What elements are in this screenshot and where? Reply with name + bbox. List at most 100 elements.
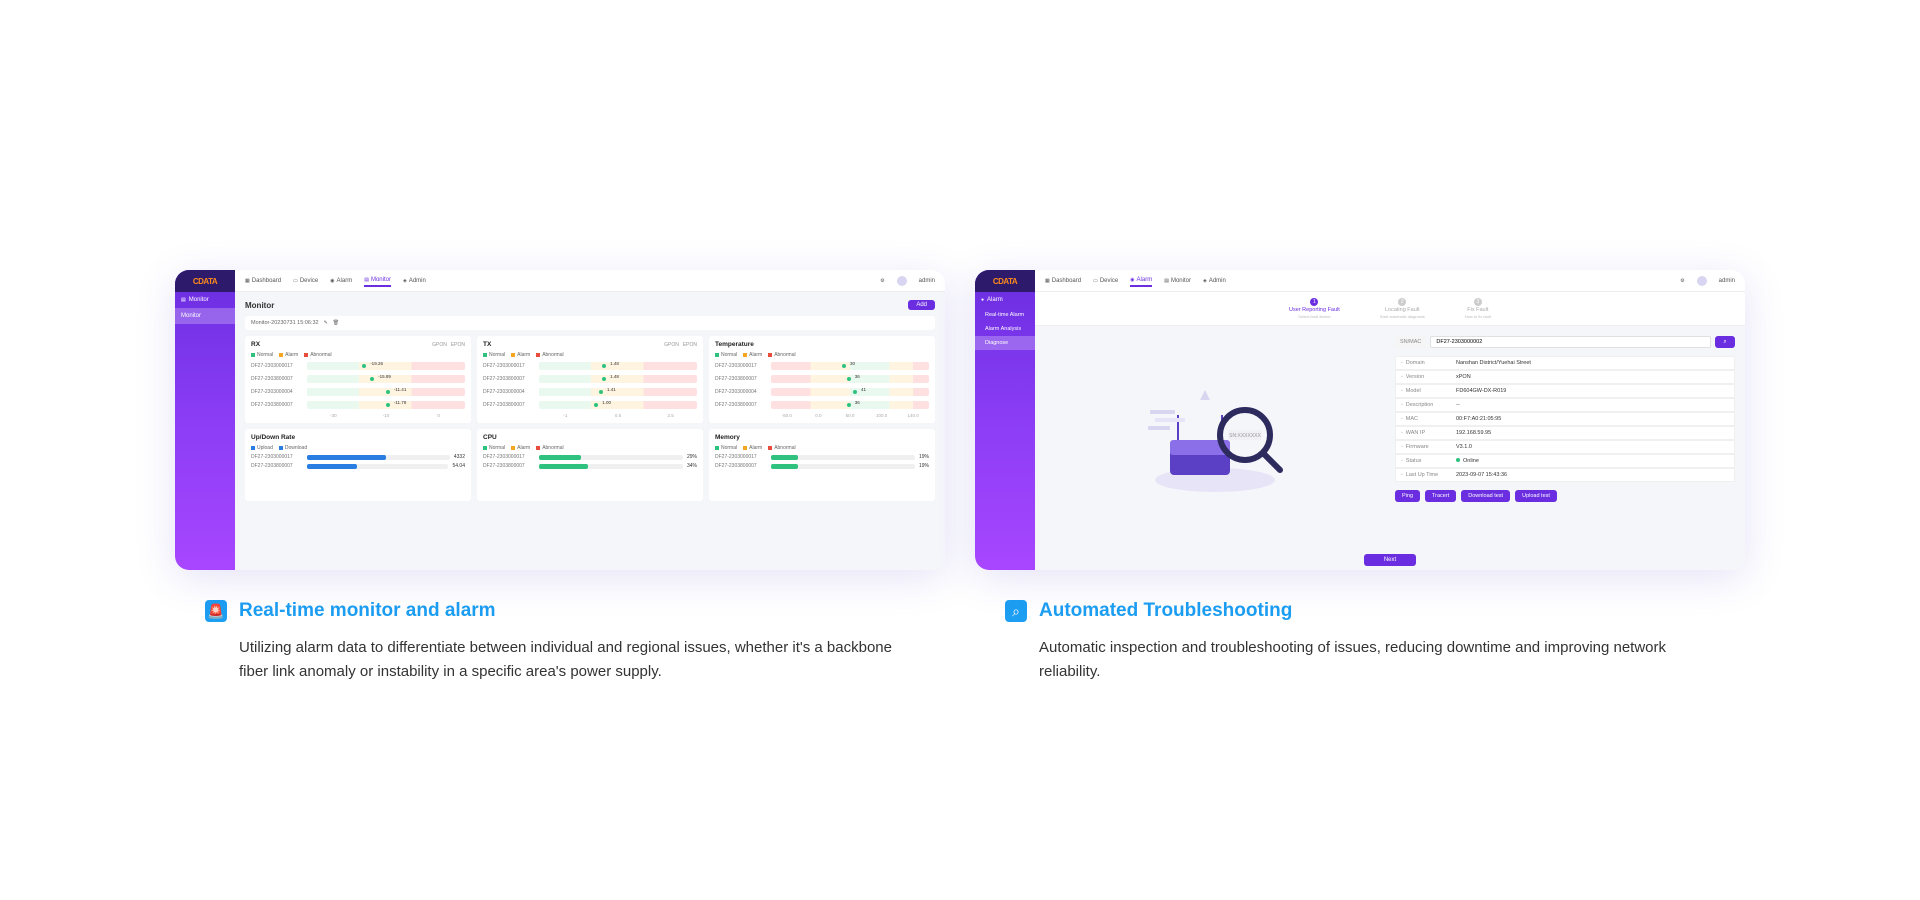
value-label: 29% <box>687 454 697 460</box>
field-icon: ◦ <box>1401 458 1403 464</box>
range-track: 1.48 <box>539 375 697 383</box>
sidebar-item-label: Monitor <box>181 313 201 319</box>
bell-icon: ◉ <box>330 278 334 284</box>
breadcrumb: Monitor-20230731 15:06:32 ✎ 🗑 <box>245 316 935 330</box>
nav-dashboard[interactable]: ▦Dashboard <box>245 278 281 284</box>
nav-admin[interactable]: ◈Admin <box>1203 278 1226 284</box>
sidebar-root-label: Alarm <box>987 297 1003 303</box>
admin-icon: ◈ <box>403 278 407 284</box>
device-id: DF27-2303000004 <box>483 389 535 395</box>
action-button-ping[interactable]: Ping <box>1395 490 1420 502</box>
value-label: 1.48 <box>610 374 619 379</box>
field-icon: ◦ <box>1401 402 1403 408</box>
device-id: DF27-2303000017 <box>483 454 535 460</box>
info-row: ◦Description-- <box>1395 398 1735 412</box>
panel-updown: Up/Down Rate UploadDownload DF27-2303000… <box>245 429 471 501</box>
caption-title: Automated Troubleshooting <box>1039 600 1292 622</box>
nav-monitor[interactable]: ▤Monitor <box>364 277 391 287</box>
avatar[interactable] <box>897 276 907 286</box>
sidebar-item-monitor[interactable]: Monitor <box>175 308 235 324</box>
info-value: 2023-09-07 15:43:36 <box>1456 472 1507 478</box>
value-dot <box>362 364 366 368</box>
device-row: DF27-2303000004 1.41 <box>483 387 697 397</box>
monitor-icon: ▤ <box>181 297 186 303</box>
device-row: DF27-23030000174332 <box>251 454 465 460</box>
avatar[interactable] <box>1697 276 1707 286</box>
bar-track <box>307 464 448 469</box>
svg-text:SN:XXXXXXX: SN:XXXXXXX <box>1229 433 1261 439</box>
caption-monitor: 🚨 Real-time monitor and alarm Utilizing … <box>175 600 945 684</box>
device-row: DF27-230300001719% <box>715 454 929 460</box>
bell-icon: ◉ <box>1130 277 1134 283</box>
value-label: 36 <box>855 374 860 379</box>
value-label: 1.48 <box>610 361 619 366</box>
device-id: DF27-2303800007 <box>251 376 303 382</box>
caption-text: Automatic inspection and troubleshooting… <box>1005 636 1715 684</box>
edit-icon[interactable]: ✎ <box>324 320 328 326</box>
field-icon: ◦ <box>1401 360 1403 366</box>
panel-rx: RXGPONEPON NormalAlarmAbnormal DF27-2303… <box>245 336 471 423</box>
add-button[interactable]: Add <box>908 300 935 310</box>
action-button-upload-test[interactable]: Upload test <box>1515 490 1557 502</box>
gear-icon[interactable]: ⚙ <box>880 278 884 284</box>
action-button-tracert[interactable]: Tracert <box>1425 490 1456 502</box>
device-icon: ▭ <box>293 278 298 284</box>
nav-alarm[interactable]: ◉Alarm <box>1130 277 1152 287</box>
sidebar-root-monitor[interactable]: ▤Monitor <box>175 292 235 308</box>
search-button[interactable]: ⌕ <box>1715 336 1735 348</box>
sidebar: CDATA ▤Monitor Monitor <box>175 270 235 570</box>
range-track: -11.78 <box>307 401 465 409</box>
value-dot <box>599 390 603 394</box>
info-row: ◦Last Up Time2023-09-07 15:43:36 <box>1395 468 1735 482</box>
device-row: DF27-23038000071.00 <box>483 400 697 410</box>
main-area: ▦Dashboard ▭Device ◉Alarm ▤Monitor ◈Admi… <box>1035 270 1745 570</box>
info-label: ◦Version <box>1401 374 1456 380</box>
sidebar-item-alarm-analysis[interactable]: Alarm Analysis <box>975 322 1035 336</box>
range-track: 1.48 <box>539 362 697 370</box>
range-track: 30 <box>771 362 929 370</box>
field-icon: ◦ <box>1401 416 1403 422</box>
action-button-download-test[interactable]: Download test <box>1461 490 1510 502</box>
search-icon: ⌕ <box>1723 339 1726 346</box>
sidebar-root-alarm[interactable]: ●Alarm <box>975 292 1035 308</box>
monitor-screenshot: CDATA ▤Monitor Monitor ▦Dashboard ▭Devic… <box>175 270 945 570</box>
panel-title: RX <box>251 341 260 348</box>
value-dot <box>847 403 851 407</box>
nav-monitor[interactable]: ▤Monitor <box>1164 278 1191 284</box>
sidebar-item-realtime-alarm[interactable]: Real-time Alarm <box>975 308 1035 322</box>
sidebar: CDATA ●Alarm Real-time Alarm Alarm Analy… <box>975 270 1035 570</box>
device-illustration: SN:XXXXXXX <box>1045 336 1385 544</box>
device-id: DF27-2303800007 <box>251 402 303 408</box>
value-dot <box>370 377 374 381</box>
device-row: DF27-2303000017 29% <box>483 454 697 460</box>
value-label: -15.89 <box>378 374 391 379</box>
device-id: DF27-2303000017 <box>715 363 767 369</box>
value-label: 36 <box>855 400 860 405</box>
field-icon: ◦ <box>1401 388 1403 394</box>
field-icon: ◦ <box>1401 472 1403 478</box>
next-button[interactable]: Next <box>1364 554 1416 566</box>
search-input[interactable]: DF27-2303000002 <box>1430 336 1711 348</box>
panel-memory: Memory NormalAlarmAbnormal DF27-23030000… <box>709 429 935 501</box>
range-track: 41 <box>771 388 929 396</box>
nav-admin[interactable]: ◈Admin <box>403 278 426 284</box>
info-label: ◦MAC <box>1401 416 1456 422</box>
nav-dashboard[interactable]: ▦Dashboard <box>1045 278 1081 284</box>
range-track: 36 <box>771 401 929 409</box>
magnify-icon: ⌕ <box>1005 600 1027 622</box>
panel-temperature: Temperature NormalAlarmAbnormal DF27-230… <box>709 336 935 423</box>
device-id: DF27-2303800007 <box>251 463 303 469</box>
delete-icon[interactable]: 🗑 <box>333 320 339 326</box>
gear-icon[interactable]: ⚙ <box>1680 278 1684 284</box>
device-id: DF27-2303000017 <box>483 363 535 369</box>
nav-alarm[interactable]: ◉Alarm <box>330 278 352 284</box>
topnav: ▦Dashboard ▭Device ◉Alarm ▤Monitor ◈Admi… <box>235 270 945 292</box>
range-track: 1.41 <box>539 388 697 396</box>
device-id: DF27-2303800007 <box>483 463 535 469</box>
info-label: ◦Last Up Time <box>1401 472 1456 478</box>
nav-device[interactable]: ▭Device <box>293 278 318 284</box>
sidebar-item-diagnose[interactable]: Diagnose <box>975 336 1035 350</box>
nav-device[interactable]: ▭Device <box>1093 278 1118 284</box>
range-track: 36 <box>771 375 929 383</box>
device-icon: ▭ <box>1093 278 1098 284</box>
